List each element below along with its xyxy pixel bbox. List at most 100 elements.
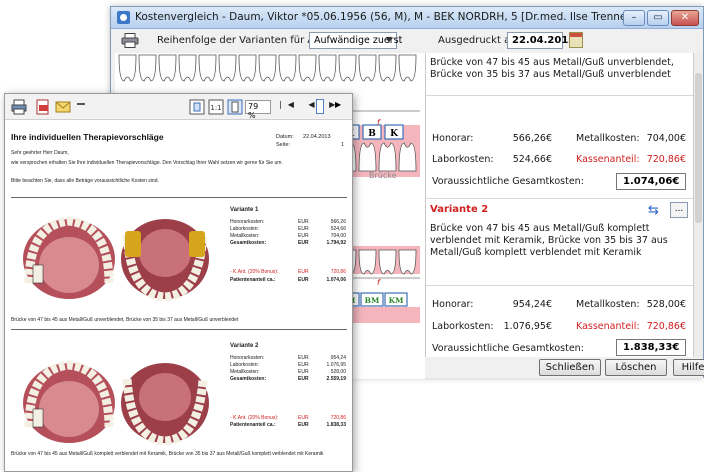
print-icon[interactable] <box>11 99 27 115</box>
table-row: Gesamtkosten: EUR 2.559,19 <box>230 376 346 382</box>
crown-label: K <box>390 129 399 139</box>
variant2-cost-table: Variante 2 Honorarkosten: EUR 954,24 Labor… <box>230 343 346 428</box>
swap-icon[interactable]: ⇆ <box>648 203 659 218</box>
next-page-icon[interactable]: ▶ <box>335 100 341 109</box>
pdf-export-icon[interactable] <box>35 99 51 115</box>
window-title: Kostenvergleich - Daum, Viktor *05.06.19… <box>135 11 635 23</box>
upper-teeth-row-1 <box>118 54 417 82</box>
intro-text: wie versprochen erhalten Sie Ihre indivi… <box>11 160 283 166</box>
fit-width-icon[interactable]: 1:1 <box>208 99 224 115</box>
close-icon: ✕ <box>680 12 690 23</box>
tooth-shape <box>138 54 157 82</box>
print-order-select[interactable]: Aufwändige zuerst ▼ <box>309 32 402 49</box>
page-number-field[interactable] <box>316 99 324 114</box>
variant2-title: Variante 2 <box>230 343 259 349</box>
table-row: Laborkosten: EUR 1.076,95 <box>230 362 346 368</box>
svg-text:1:1: 1:1 <box>210 104 221 112</box>
table-row: Patientenanteil ca.: EUR 1.838,33 <box>230 422 346 428</box>
bridge-label: Brücke <box>369 171 397 180</box>
document-title: Ihre individuellen Therapievorschläge <box>11 132 164 142</box>
title-bar[interactable]: Kostenvergleich - Daum, Viktor *05.06.19… <box>111 7 703 29</box>
print-preview-window: 1:1 79 % |◀ ◀ ▶ ▶ Ihre individuellen The… <box>4 93 353 472</box>
printer-icon[interactable] <box>121 33 139 48</box>
table-row: Patientenanteil ca.: EUR 1.074,06 <box>230 277 346 283</box>
kasse-label: Kassenanteil: <box>576 154 640 165</box>
email-icon[interactable] <box>55 99 71 115</box>
close-button[interactable]: Schließen <box>539 359 601 376</box>
zoom-field[interactable]: 79 % <box>245 100 271 120</box>
preview-document: Ihre individuellen Therapievorschläge Da… <box>5 121 352 471</box>
salutation: Sehr geehrter Herr Daum, <box>11 150 69 156</box>
crown-label: KM <box>389 296 404 305</box>
more-button[interactable]: ... <box>670 202 688 218</box>
separator-icon <box>77 103 85 105</box>
table-row: Gesamtkosten: EUR 1.794,92 <box>230 240 346 246</box>
vertical-scrollbar[interactable] <box>693 53 703 357</box>
maximize-icon: ▭ <box>653 12 663 23</box>
tooth-shape <box>258 54 277 82</box>
help-button[interactable]: Hilfe <box>673 359 704 376</box>
variant2-caption: Brücke von 47 bis 45 aus Metall/Guß komp… <box>11 451 324 457</box>
metall-label: Metallkosten: <box>576 133 640 144</box>
labor-label: Laborkosten: <box>432 321 494 332</box>
total-value: 1.838,33€ <box>616 339 686 356</box>
table-row: - K.Ant. (20% Bonus): EUR 720,86 <box>230 415 346 421</box>
tooth-shape <box>178 54 197 82</box>
variant2-title: Variante 2 <box>430 204 489 215</box>
tooth-shape <box>198 54 217 82</box>
page-navigation[interactable]: |◀ ◀ ▶ <box>279 100 341 109</box>
labor-label: Laborkosten: <box>432 154 494 165</box>
variant2-header: Variante 2 ⇆ ... <box>426 199 694 221</box>
variant1-cost-table: Variante 1 Honorarkosten: EUR 566,26 Labor… <box>230 207 346 287</box>
notice-text: Bitte beachten Sie, dass alle Beträge vo… <box>11 178 159 184</box>
document-date-label: Datum: <box>276 134 294 140</box>
maximize-button[interactable]: ▭ <box>647 10 669 26</box>
crown-label: B <box>368 129 376 139</box>
tooth-shape <box>238 54 257 82</box>
variant-details-panel: Brücke von 47 bis 45 aus Metall/Guß unve… <box>425 53 694 357</box>
table-row: Metallkosten: EUR 528,00 <box>230 369 346 375</box>
total-value: 1.074,06€ <box>616 173 686 190</box>
scrollbar-thumb[interactable] <box>695 73 702 223</box>
variant1-description: Brücke von 47 bis 45 aus Metall/Guß unve… <box>430 57 674 80</box>
minimize-button[interactable]: – <box>623 10 645 26</box>
total-label: Voraussichtliche Gesamtkosten: <box>432 343 584 354</box>
table-row: - K.Ant. (20% Bonus): EUR 720,86 <box>230 269 346 275</box>
variant2-description: Brücke von 47 bis 45 aus Metall/Guß komp… <box>430 223 668 258</box>
document-date: 22.04.2013 <box>303 134 331 140</box>
honorar-label: Honorar: <box>432 299 474 310</box>
variant1-caption: Brücke von 47 bis 45 aus Metall/Guß unve… <box>11 317 239 323</box>
jaw-illustration-variant2 <box>23 360 209 445</box>
labor-value: 524,66€ <box>512 154 552 165</box>
tooth-shape <box>378 142 397 172</box>
options-toolbar: Reihenfolge der Varianten für Ausdruck: … <box>111 30 703 52</box>
printed-on-date-field[interactable]: 22.04.2013 <box>507 32 575 49</box>
table-row: Laborkosten: EUR 524,66 <box>230 226 346 232</box>
calendar-icon[interactable] <box>569 32 583 48</box>
tooth-shape <box>398 249 417 275</box>
table-row: Honorarkosten: EUR 954,24 <box>230 355 346 361</box>
tooth-shape <box>358 54 377 82</box>
zoom-icon[interactable] <box>227 99 243 115</box>
metall-label: Metallkosten: <box>576 299 640 310</box>
dialog-button-bar: Schließen Löschen Hilfe <box>425 357 704 378</box>
app-icon <box>117 11 130 24</box>
tooth-shape <box>358 249 377 275</box>
tooth-shape <box>218 54 237 82</box>
kasse-value: 720,86€ <box>646 154 686 165</box>
honorar-value: 566,26€ <box>512 133 552 144</box>
close-window-button[interactable]: ✕ <box>671 10 699 26</box>
fit-page-icon[interactable] <box>189 99 205 115</box>
tooth-shape <box>378 249 397 275</box>
tooth-shape <box>118 54 137 82</box>
metall-value: 704,00€ <box>646 133 686 144</box>
delete-button[interactable]: Löschen <box>605 359 667 376</box>
crown-label: BM <box>365 296 380 305</box>
jaw-illustration-variant1 <box>23 216 209 301</box>
f-marker: f <box>377 278 381 287</box>
tooth-shape <box>338 54 357 82</box>
labor-value: 1.076,95€ <box>503 321 552 332</box>
tooth-shape <box>158 54 177 82</box>
tooth-shape <box>278 54 297 82</box>
tooth-shape <box>318 54 337 82</box>
